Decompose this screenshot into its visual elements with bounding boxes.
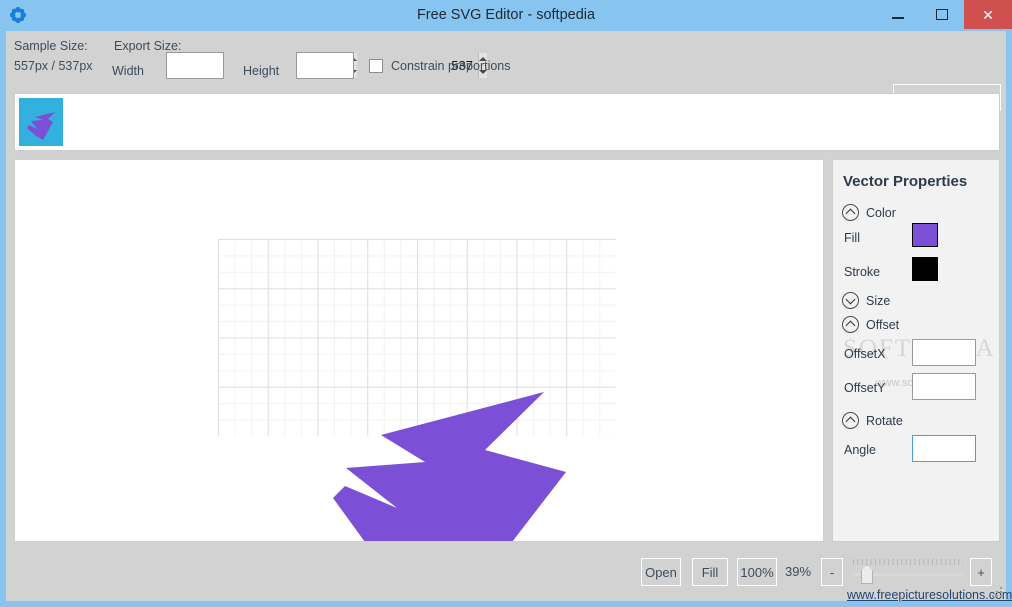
section-label-color: Color	[866, 205, 896, 220]
open-button[interactable]: Open	[641, 558, 681, 586]
client-area: Sample Size: 557px / 537px Export Size: …	[6, 31, 1012, 602]
offsety-label: OffsetY	[844, 381, 886, 395]
constrain-proportions-label: Constrain proportions	[391, 59, 511, 73]
chevron-up-icon	[842, 412, 859, 429]
zoom-out-button[interactable]: -	[821, 558, 843, 586]
width-label: Width	[112, 64, 144, 78]
resize-grip[interactable]	[991, 586, 1003, 598]
fill-label: Fill	[844, 231, 860, 245]
application-window: Free SVG Editor - softpedia ✕ Sample Siz…	[0, 0, 1012, 607]
section-header-offset[interactable]: Offset	[842, 316, 899, 333]
fill-color-swatch[interactable]	[912, 223, 938, 247]
vector-properties-panel: SOFTPEDIA www.softpedia.com Vector Prope…	[832, 159, 1012, 542]
window-controls: ✕	[876, 0, 1012, 31]
constrain-proportions-checkbox[interactable]	[369, 59, 383, 73]
offsety-stepper[interactable]	[912, 373, 1012, 400]
sample-size-value: 557px / 537px	[14, 59, 93, 73]
chevron-down-icon	[842, 292, 859, 309]
window-title: Free SVG Editor - softpedia	[416, 7, 596, 23]
stroke-label: Stroke	[844, 265, 881, 279]
zoom-slider-thumb[interactable]	[861, 565, 873, 584]
thumbnail-shape-icon	[27, 112, 55, 140]
maximize-button[interactable]	[920, 0, 964, 29]
zoom-level-value: 39%	[785, 564, 812, 579]
thumbnail-strip[interactable]	[14, 93, 1000, 151]
svg-canvas[interactable]	[14, 159, 824, 542]
bottom-toolbar: Open Fill 100% 39% - + www.freepictureso…	[6, 544, 1012, 602]
section-label-offset: Offset	[866, 317, 900, 332]
offsetx-stepper[interactable]	[912, 339, 1012, 366]
zoom-100-button[interactable]: 100%	[737, 558, 777, 586]
width-stepper[interactable]	[166, 52, 357, 79]
angle-stepper[interactable]	[912, 435, 1012, 462]
offsety-input[interactable]	[913, 374, 1012, 399]
section-label-size: Size	[866, 293, 891, 308]
close-icon: ✕	[982, 6, 994, 23]
chevron-up-icon	[842, 204, 859, 221]
zoom-in-button[interactable]: +	[970, 558, 992, 586]
panel-title: Vector Properties	[843, 173, 968, 190]
stroke-color-swatch[interactable]	[912, 257, 938, 281]
section-label-rotate: Rotate	[866, 413, 903, 428]
export-size-label: Export Size:	[114, 39, 182, 53]
height-label: Height	[243, 64, 280, 78]
title-bar[interactable]: Free SVG Editor - softpedia ✕	[0, 0, 1012, 31]
fill-button[interactable]: Fill	[692, 558, 728, 586]
purple-arrow-shape[interactable]	[15, 160, 824, 542]
close-button[interactable]: ✕	[964, 0, 1012, 29]
offsetx-input[interactable]	[913, 340, 1012, 365]
minimize-icon	[892, 17, 904, 19]
section-header-size[interactable]: Size	[842, 292, 890, 309]
website-link[interactable]: www.freepicturesolutions.com	[847, 588, 1012, 602]
section-header-color[interactable]: Color	[842, 204, 896, 221]
angle-input[interactable]	[913, 436, 1012, 461]
maximize-icon	[936, 9, 948, 20]
angle-label: Angle	[844, 443, 876, 457]
sample-size-label: Sample Size:	[14, 39, 88, 53]
export-toolbar: Sample Size: 557px / 537px Export Size: …	[6, 31, 1006, 111]
minimize-button[interactable]	[876, 0, 920, 29]
offsetx-label: OffsetX	[844, 347, 886, 361]
constrain-proportions-row[interactable]: Constrain proportions	[369, 59, 511, 73]
zoom-slider[interactable]	[851, 558, 963, 586]
section-header-rotate[interactable]: Rotate	[842, 412, 903, 429]
height-stepper[interactable]	[296, 52, 487, 79]
chevron-up-icon	[842, 316, 859, 333]
zoom-slider-ticks	[853, 559, 963, 565]
